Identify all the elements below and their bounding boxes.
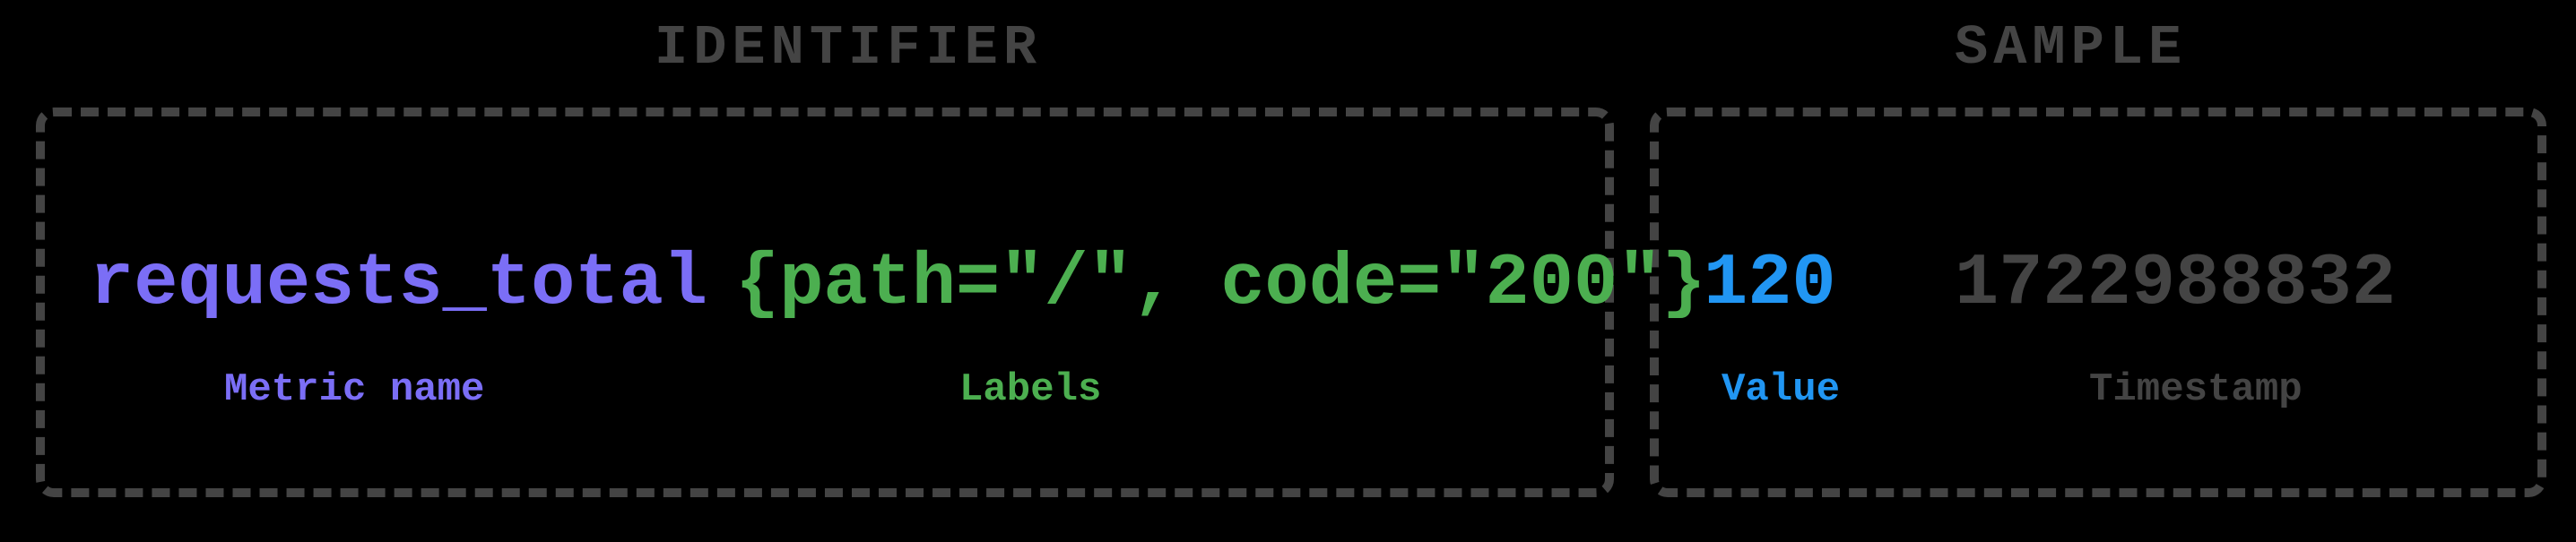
section-title-identifier: IDENTIFIER <box>628 16 1069 80</box>
sample-value: 120 <box>1704 242 1836 325</box>
metric-name: requests_total <box>90 242 707 325</box>
caption-timestamp: Timestamp <box>2089 367 2303 412</box>
metric-labels: {path="/", code="200"} <box>735 242 1706 325</box>
caption-metric-name: Metric name <box>224 367 484 412</box>
sample-timestamp: 1722988832 <box>1955 242 2396 325</box>
caption-value: Value <box>1722 367 1840 412</box>
diagram-root: IDENTIFIER SAMPLE requests_total {path="… <box>0 0 2576 542</box>
section-title-sample: SAMPLE <box>1928 16 2214 80</box>
caption-labels: Labels <box>959 367 1101 412</box>
